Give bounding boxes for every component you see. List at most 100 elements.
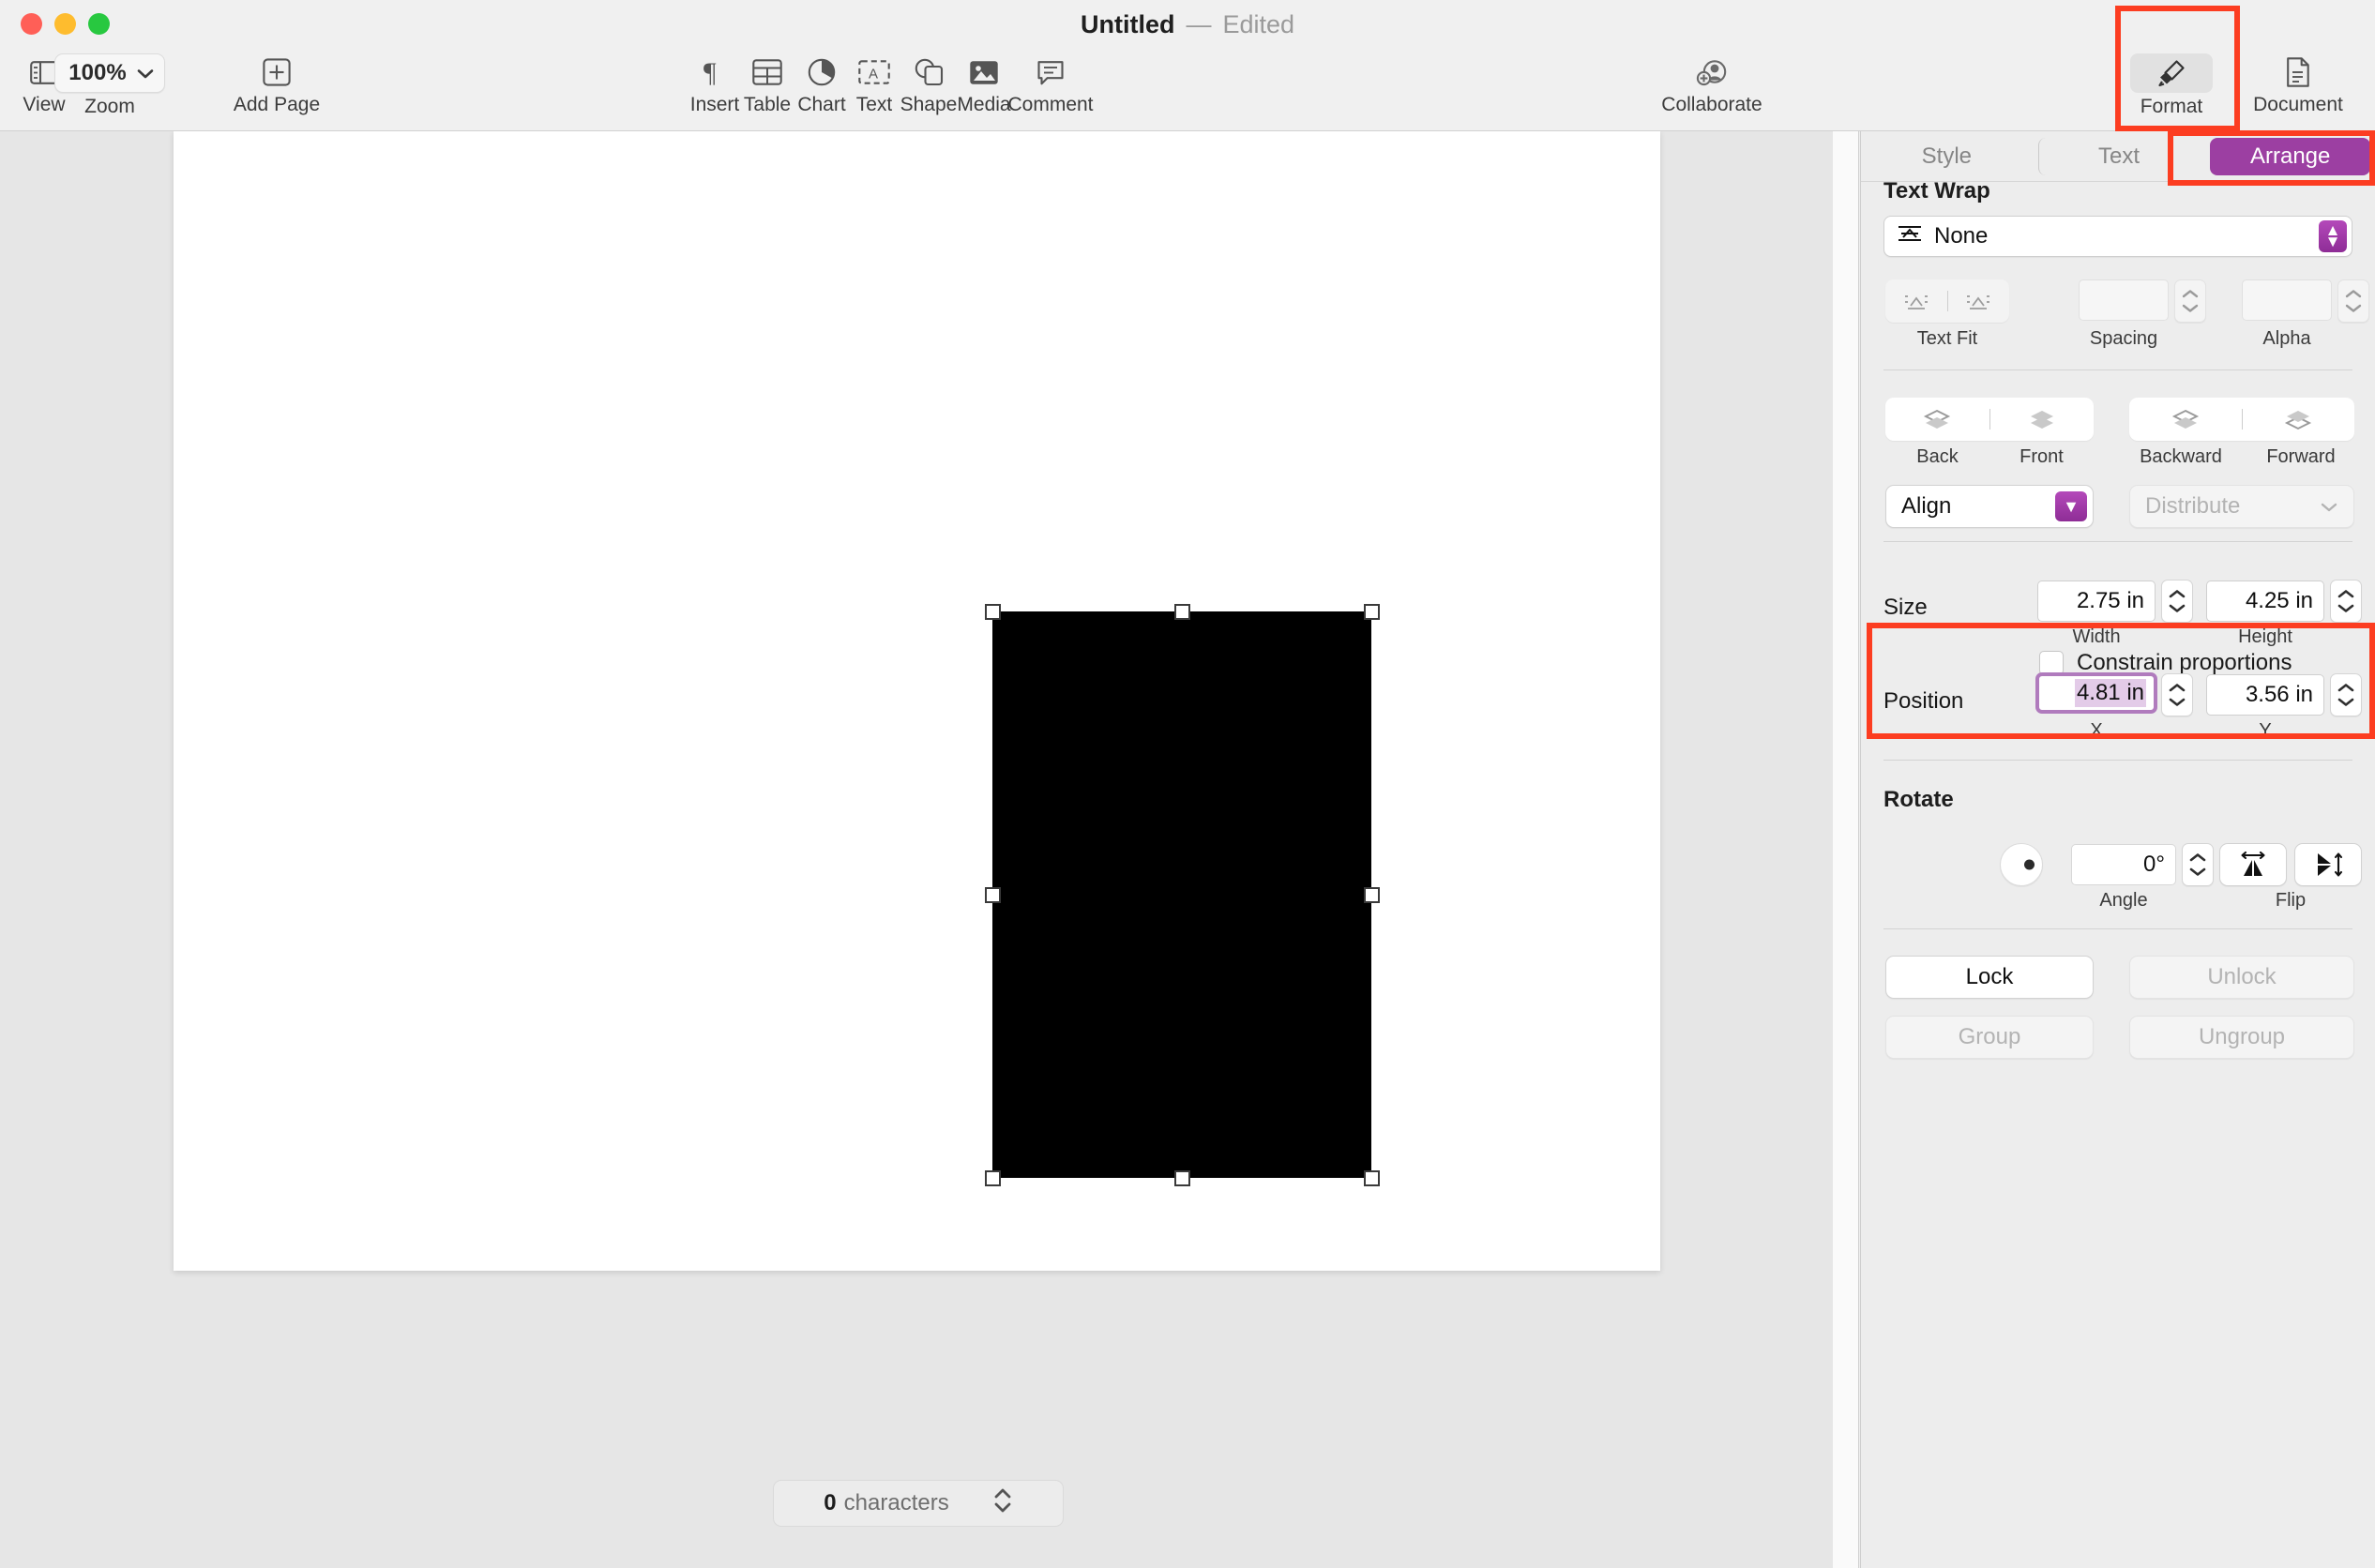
text-wrap-value: None bbox=[1934, 223, 1989, 249]
document-button[interactable]: Document bbox=[2242, 53, 2354, 116]
ungroup-button: Ungroup bbox=[2129, 1016, 2354, 1059]
document-label: Document bbox=[2253, 94, 2343, 115]
back-label: Back bbox=[1916, 446, 1959, 467]
unlock-button: Unlock bbox=[2129, 956, 2354, 999]
spacing-stepper[interactable] bbox=[2174, 279, 2206, 323]
add-page-label: Add Page bbox=[233, 94, 321, 115]
resize-handle-top-right[interactable] bbox=[1363, 603, 1380, 620]
position-x-input[interactable]: 4.81 in bbox=[2035, 672, 2157, 714]
format-brush-icon bbox=[2130, 53, 2213, 93]
document-page[interactable] bbox=[174, 131, 1660, 1271]
character-count-status[interactable]: 0 characters bbox=[773, 1480, 1064, 1527]
add-page-button[interactable]: Add Page bbox=[220, 53, 333, 116]
angle-input[interactable]: 0° bbox=[2071, 844, 2176, 885]
position-y-label: Y bbox=[2259, 720, 2272, 741]
tab-arrange[interactable]: Arrange bbox=[2210, 137, 2371, 175]
format-brush-icon-wrapper bbox=[2130, 53, 2213, 94]
flip-horizontal-icon bbox=[2241, 851, 2265, 876]
zoom-popup-button[interactable]: 100% bbox=[54, 53, 165, 93]
height-label: Height bbox=[2238, 626, 2292, 647]
alpha-stepper[interactable] bbox=[2337, 279, 2369, 323]
resize-handle-middle-left[interactable] bbox=[984, 886, 1001, 903]
bring-forward-button[interactable] bbox=[2243, 398, 2355, 441]
format-label: Format bbox=[2140, 96, 2203, 117]
height-input[interactable]: 4.25 in bbox=[2206, 580, 2324, 622]
position-y-stepper[interactable] bbox=[2330, 673, 2362, 716]
text-fit-label: Text Fit bbox=[1916, 328, 1978, 349]
lock-button[interactable]: Lock bbox=[1885, 956, 2094, 999]
position-x-stepper[interactable] bbox=[2161, 673, 2193, 716]
alpha-input[interactable] bbox=[2242, 279, 2332, 321]
format-button[interactable]: Format bbox=[2115, 53, 2228, 118]
add-page-icon bbox=[263, 53, 291, 92]
divider-after-order bbox=[1883, 541, 2352, 542]
forward-label: Forward bbox=[2266, 446, 2336, 467]
backward-forward-segmented-control[interactable] bbox=[2129, 398, 2354, 441]
document-canvas[interactable] bbox=[0, 131, 1833, 1568]
tab-text[interactable]: Text bbox=[2037, 137, 2200, 175]
bring-to-front-button[interactable] bbox=[1990, 398, 2095, 441]
width-input[interactable]: 2.75 in bbox=[2037, 580, 2156, 622]
comment-button[interactable]: Comment bbox=[994, 53, 1107, 116]
zoom-value: 100% bbox=[68, 60, 127, 85]
document-edit-state: Edited bbox=[1222, 9, 1295, 38]
text-fit-grow-button[interactable] bbox=[1948, 279, 2010, 323]
align-dropdown[interactable]: Align ▼ bbox=[1885, 485, 2094, 528]
backward-label: Backward bbox=[2140, 446, 2222, 467]
divider-after-rotate bbox=[1883, 928, 2352, 929]
size-label: Size bbox=[1883, 595, 1928, 620]
resize-handle-top-left[interactable] bbox=[984, 603, 1001, 620]
zoom-control[interactable]: 100% Zoom bbox=[44, 53, 175, 118]
spacing-input[interactable] bbox=[2079, 279, 2169, 321]
text-wrap-stepper-icon[interactable]: ▲ ▼ bbox=[2319, 220, 2347, 252]
title-dash: — bbox=[1186, 9, 1212, 38]
resize-handle-bottom-right[interactable] bbox=[1363, 1169, 1380, 1186]
position-x-label: X bbox=[2090, 720, 2103, 741]
angle-stepper[interactable] bbox=[2182, 843, 2214, 886]
resize-handle-middle-right[interactable] bbox=[1363, 886, 1380, 903]
keynote-pages-window: Untitled — Edited View 100% Zoom Add Pag… bbox=[0, 0, 2375, 1568]
main-toolbar: View 100% Zoom Add Page ¶ Insert Table C… bbox=[0, 49, 2375, 131]
collaborate-add-person-icon bbox=[1696, 53, 1728, 92]
position-y-input[interactable]: 3.56 in bbox=[2206, 674, 2324, 716]
comment-bubble-icon bbox=[1036, 53, 1065, 92]
align-label: Align bbox=[1901, 493, 1952, 519]
flip-vertical-icon bbox=[2318, 852, 2343, 877]
back-front-segmented-control[interactable] bbox=[1885, 398, 2094, 441]
resize-handle-top-center[interactable] bbox=[1173, 603, 1190, 620]
rotate-dial[interactable] bbox=[2000, 843, 2043, 886]
resize-handle-bottom-center[interactable] bbox=[1173, 1169, 1190, 1186]
width-stepper[interactable] bbox=[2161, 580, 2193, 623]
resize-handle-bottom-left[interactable] bbox=[984, 1169, 1001, 1186]
distribute-label: Distribute bbox=[2145, 493, 2241, 519]
document-name: Untitled bbox=[1080, 9, 1175, 38]
flip-vertical-button[interactable] bbox=[2294, 843, 2362, 886]
text-fit-shrink-button[interactable] bbox=[1885, 279, 1947, 323]
character-count-group: 0 characters bbox=[824, 1490, 948, 1516]
send-to-back-button[interactable] bbox=[1885, 398, 1989, 441]
tab-style[interactable]: Style bbox=[1867, 138, 2027, 175]
spacing-label: Spacing bbox=[2089, 328, 2158, 349]
send-backward-button[interactable] bbox=[2129, 398, 2242, 441]
selected-rectangle-shape[interactable] bbox=[992, 611, 1371, 1178]
height-stepper[interactable] bbox=[2330, 580, 2362, 623]
text-fit-segmented-control[interactable] bbox=[1885, 279, 2009, 323]
text-wrap-select[interactable]: None ▲ ▼ bbox=[1883, 216, 2352, 257]
vertical-scrollbar[interactable] bbox=[1833, 131, 1859, 1568]
align-chevron-down-icon[interactable]: ▼ bbox=[2055, 491, 2087, 521]
comment-label: Comment bbox=[1007, 94, 1094, 115]
distribute-dropdown: Distribute bbox=[2129, 485, 2354, 528]
document-title: Untitled — Edited bbox=[0, 0, 2375, 49]
angle-label: Angle bbox=[2099, 890, 2148, 911]
title-bar: Untitled — Edited bbox=[0, 0, 2375, 49]
character-count-stepper[interactable] bbox=[992, 1485, 1013, 1522]
alpha-label: Alpha bbox=[2262, 328, 2311, 349]
front-label: Front bbox=[2020, 446, 2064, 467]
distribute-chevron-down-icon bbox=[2320, 493, 2348, 520]
character-count-value: 0 bbox=[824, 1490, 837, 1515]
flip-horizontal-button[interactable] bbox=[2219, 843, 2287, 886]
zoom-pill-wrapper: 100% bbox=[54, 53, 165, 94]
collaborate-button[interactable]: Collaborate bbox=[1656, 53, 1768, 116]
divider-after-position bbox=[1883, 760, 2352, 761]
width-label: Width bbox=[2072, 626, 2121, 647]
